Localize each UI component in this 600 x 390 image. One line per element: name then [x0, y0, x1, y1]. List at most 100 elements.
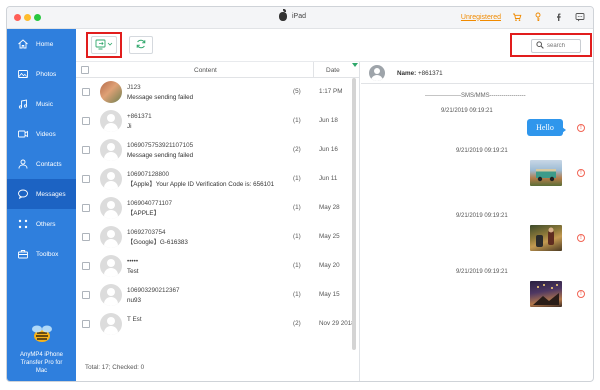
message-count: (5)	[293, 88, 301, 95]
message-image[interactable]	[530, 160, 562, 186]
contact-avatar	[369, 65, 385, 81]
error-info-icon[interactable]: !	[577, 234, 585, 242]
sidebar-item-messages[interactable]: Messages	[7, 179, 76, 209]
select-all-checkbox[interactable]	[81, 66, 89, 74]
conversation-row[interactable]: ••••• Test (1) May 20	[76, 252, 359, 281]
conversation-row[interactable]: 1069075753921107105 Message sending fail…	[76, 136, 359, 165]
conversation-row[interactable]: 106907128800 【Apple】Your Apple ID Verifi…	[76, 165, 359, 194]
message-timestamp: 9/21/2019 09:19:21	[441, 108, 493, 114]
conversation-name: +861371	[127, 113, 152, 120]
avatar	[100, 226, 122, 248]
error-info-icon[interactable]: !	[577, 290, 585, 298]
row-checkbox[interactable]	[82, 88, 90, 96]
conversation-date: Jun 16	[319, 146, 338, 153]
conversation-row[interactable]: J123 Message sending failed (5) 1:17 PM	[76, 78, 359, 107]
message-count: (1)	[293, 291, 301, 298]
sidebar-item-home[interactable]: Home	[7, 29, 76, 59]
minimize-window-button[interactable]	[24, 14, 31, 21]
message-timestamp: 9/21/2019 09:19:21	[456, 148, 508, 154]
sms-mms-separator: ------------------SMS/MMS---------------…	[425, 93, 526, 99]
sidebar-item-label: Photos	[36, 70, 57, 78]
message-list-panel: Content Date J123 Message sending failed…	[76, 62, 360, 381]
refresh-button[interactable]	[129, 36, 153, 54]
conversation-preview: T Est	[127, 315, 297, 325]
conversation-row[interactable]: 106903290212367 nu93 (1) May 15	[76, 281, 359, 310]
conversation-name: 106903290212367	[127, 287, 180, 294]
avatar	[100, 110, 122, 132]
sidebar-item-music[interactable]: Music	[7, 89, 76, 119]
conversation-message: 【Apple】Your Apple ID Verification Code i…	[127, 181, 275, 188]
search-input[interactable]	[547, 43, 579, 49]
conversation-preview: 1069040771107 【APPLE】	[127, 199, 297, 219]
error-info-icon[interactable]: !	[577, 169, 585, 177]
error-info-icon[interactable]: !	[577, 124, 585, 132]
avatar	[100, 313, 122, 335]
conversation-name: T Est	[127, 316, 142, 323]
list-footer: Total: 17; Checked: 0	[76, 351, 359, 381]
conversation-message: 【APPLE】	[127, 210, 160, 217]
sidebar-item-label: Videos	[36, 130, 56, 138]
sidebar-item-photos[interactable]: Photos	[7, 59, 76, 89]
device-selector[interactable]: iPad	[279, 9, 307, 21]
feedback-icon[interactable]	[575, 12, 585, 22]
unregistered-link[interactable]: Unregistered	[461, 14, 501, 21]
sidebar-item-label: Messages	[36, 190, 66, 198]
search-icon	[536, 41, 544, 51]
conversation-row[interactable]: 1069040771107 【APPLE】 (1) May 28	[76, 194, 359, 223]
conversation-detail-panel: Name: +861371 ------------------SMS/MMS-…	[361, 62, 593, 381]
conversation-row[interactable]: +861371 Ji (1) Jun 18	[76, 107, 359, 136]
message-image[interactable]	[530, 225, 562, 251]
list-header: Content Date	[76, 62, 359, 78]
avatar	[100, 168, 122, 190]
sidebar-item-others[interactable]: Others	[7, 209, 76, 239]
export-to-device-button[interactable]	[91, 36, 117, 54]
conversation-preview: 106907128800 【Apple】Your Apple ID Verifi…	[127, 170, 297, 190]
sidebar: Home Photos Music Videos Contacts Messag…	[7, 29, 76, 381]
sidebar-item-videos[interactable]: Videos	[7, 119, 76, 149]
contact-name: Name: +861371	[397, 70, 443, 77]
message-timestamp: 9/21/2019 09:19:21	[456, 213, 508, 219]
conversation-message: Message sending failed	[127, 152, 194, 159]
conversation-date: Nov 29 2018	[319, 320, 355, 327]
device-name: iPad	[292, 13, 307, 20]
photos-icon	[17, 68, 29, 80]
conversation-list: J123 Message sending failed (5) 1:17 PM …	[76, 78, 359, 366]
column-header-content[interactable]: Content	[194, 67, 217, 74]
row-checkbox[interactable]	[82, 146, 90, 154]
conversation-preview: 106903290212367 nu93	[127, 286, 297, 306]
sidebar-item-toolbox[interactable]: Toolbox	[7, 239, 76, 269]
row-checkbox[interactable]	[82, 262, 90, 270]
row-checkbox[interactable]	[82, 175, 90, 183]
app-window: iPad Unregistered Home Photos Music Vide…	[6, 6, 594, 382]
music-icon	[17, 98, 29, 110]
column-header-date[interactable]: Date	[326, 67, 340, 74]
message-image[interactable]	[530, 281, 562, 307]
maximize-window-button[interactable]	[34, 14, 41, 21]
message-bubble[interactable]: Hello	[527, 119, 566, 136]
search-box[interactable]	[531, 39, 581, 53]
conversation-name: 1069075753921107105	[127, 142, 194, 149]
apple-icon	[279, 9, 287, 21]
row-checkbox[interactable]	[82, 233, 90, 241]
sidebar-item-label: Home	[36, 40, 54, 48]
conversation-row[interactable]: 10692703754 【Google】G-616383 (1) May 25	[76, 223, 359, 252]
conversation-row[interactable]: T Est (2) Nov 29 2018	[76, 310, 359, 339]
cart-icon[interactable]	[512, 12, 522, 22]
avatar	[100, 139, 122, 161]
conversation-header: Name: +861371	[361, 62, 593, 84]
conversation-preview: 10692703754 【Google】G-616383	[127, 228, 297, 248]
others-icon	[17, 218, 29, 230]
row-checkbox[interactable]	[82, 320, 90, 328]
close-window-button[interactable]	[14, 14, 21, 21]
key-icon[interactable]	[533, 12, 543, 22]
facebook-icon[interactable]	[554, 12, 564, 22]
conversation-message: nu93	[127, 297, 142, 304]
avatar	[100, 284, 122, 306]
message-count: (1)	[293, 233, 301, 240]
list-scrollbar[interactable]	[352, 78, 356, 350]
sidebar-item-contacts[interactable]: Contacts	[7, 149, 76, 179]
row-checkbox[interactable]	[82, 291, 90, 299]
row-checkbox[interactable]	[82, 204, 90, 212]
row-checkbox[interactable]	[82, 117, 90, 125]
avatar	[100, 255, 122, 277]
